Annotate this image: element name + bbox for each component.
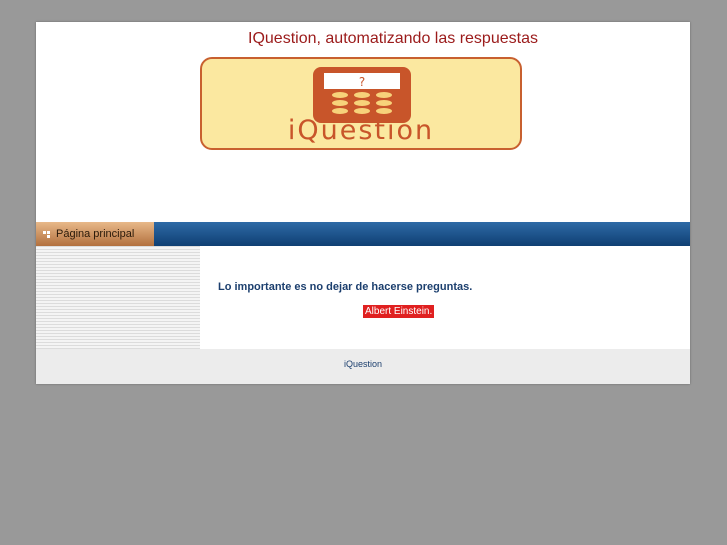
quote-text: Lo importante es no dejar de hacerse pre… — [218, 281, 473, 293]
quote-author: Albert Einstein. — [363, 305, 435, 318]
bullet-icon — [43, 231, 50, 238]
screen-glyph: ? — [359, 75, 365, 89]
main-content: Lo importante es no dejar de hacerse pre… — [36, 246, 690, 349]
nav-bar: Página principal — [36, 222, 690, 246]
iquestion-logo[interactable]: ? iQuestion — [200, 57, 522, 150]
nav-item-home[interactable]: Página principal — [36, 222, 154, 246]
logo-text: iQuestion — [287, 115, 435, 146]
footer: iQuestion — [36, 349, 690, 384]
site-title: IQuestion, automatizando las respuestas — [248, 30, 538, 47]
side-panel — [36, 246, 200, 349]
header: IQuestion, automatizando las respuestas … — [36, 22, 690, 222]
footer-text: iQuestion — [343, 359, 383, 369]
page-container: IQuestion, automatizando las respuestas … — [36, 22, 690, 384]
nav-item-label: Página principal — [56, 228, 135, 240]
